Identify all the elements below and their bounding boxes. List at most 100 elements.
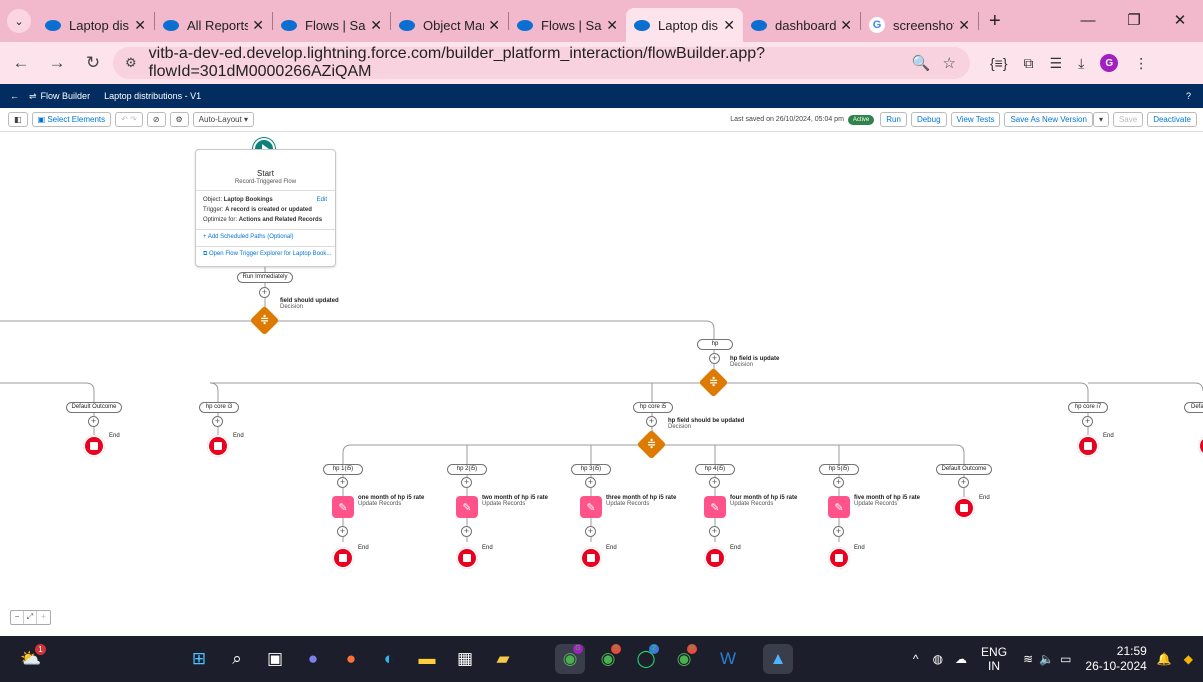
add-element-plus[interactable]: + xyxy=(212,416,223,427)
close-icon[interactable]: ✕ xyxy=(134,17,146,34)
close-icon[interactable]: ✕ xyxy=(488,17,500,34)
outcome-label-hp-core-i5[interactable]: hp core i5 xyxy=(633,402,673,413)
meet-icon[interactable]: ● xyxy=(298,644,328,674)
end-node[interactable] xyxy=(332,547,354,569)
zoom-out-button[interactable]: − xyxy=(11,611,24,624)
add-element-plus[interactable]: + xyxy=(337,526,348,537)
help-icon[interactable]: ? xyxy=(1186,91,1191,101)
flow-canvas[interactable]: Start Record-Triggered Flow Object: Lapt… xyxy=(0,132,1203,636)
outcome-label[interactable]: hp 3(i5) xyxy=(571,464,611,475)
browser-tab[interactable]: Flows | Sale✕ xyxy=(509,8,626,42)
close-window-icon[interactable]: ✕ xyxy=(1157,0,1203,42)
outcome-label-default-partial[interactable]: Defau xyxy=(1184,402,1203,413)
browser-tab[interactable]: Object Mar ✕ xyxy=(391,8,508,42)
weather-icon[interactable]: ⛅ 1 xyxy=(16,644,46,674)
debug-button[interactable]: Debug xyxy=(910,112,947,127)
run-immediately-label[interactable]: Run Immediately xyxy=(237,272,293,283)
close-icon[interactable]: ✕ xyxy=(723,17,735,34)
cloud-sync-icon[interactable]: ☁ xyxy=(955,652,967,666)
add-element-plus[interactable]: + xyxy=(833,526,844,537)
outcome-label-hp-core-i3[interactable]: hp core i3 xyxy=(199,402,239,413)
edge-icon[interactable]: ◐ xyxy=(374,644,404,674)
site-info-icon[interactable]: ⚙ xyxy=(125,55,137,71)
end-node[interactable] xyxy=(456,547,478,569)
save-button[interactable]: Save xyxy=(1112,112,1144,127)
reading-list-icon[interactable]: ☰ xyxy=(1050,55,1063,72)
end-node[interactable] xyxy=(580,547,602,569)
add-element-plus[interactable]: + xyxy=(958,477,969,488)
windows-start-icon[interactable]: ⊞ xyxy=(184,644,214,674)
restore-icon[interactable]: ❐ xyxy=(1111,0,1157,42)
deactivate-button[interactable]: Deactivate xyxy=(1147,112,1197,127)
start-node[interactable]: Start Record-Triggered Flow Object: Lapt… xyxy=(195,149,336,267)
toggle-panel-button[interactable]: ◧ xyxy=(8,112,28,127)
fit-view-button[interactable]: ⤢ xyxy=(24,611,37,624)
close-icon[interactable]: ✕ xyxy=(840,17,852,34)
undo-button[interactable]: ↶ ↷ xyxy=(115,112,143,127)
outcome-label[interactable]: hp 4(i5) xyxy=(695,464,735,475)
outcome-label-hp[interactable]: hp xyxy=(697,339,733,350)
end-node[interactable] xyxy=(207,435,229,457)
chrome-icon[interactable]: ◉ R xyxy=(669,644,699,674)
settings-gear-button[interactable]: ⚙ xyxy=(169,112,189,127)
word-icon[interactable]: W xyxy=(713,644,743,674)
edit-start-link[interactable]: Edit xyxy=(317,197,327,203)
add-element-plus[interactable]: + xyxy=(461,526,472,537)
outcome-label-hp-core-i7[interactable]: hp core i7 xyxy=(1068,402,1108,413)
close-icon[interactable]: ✕ xyxy=(606,17,618,34)
browser-tab-active[interactable]: Laptop dis ✕ xyxy=(626,8,743,42)
extension-icon[interactable]: {≡} xyxy=(990,55,1008,71)
whatsapp-icon[interactable]: ◯ 2 xyxy=(631,644,661,674)
sticky-notes-icon[interactable]: ▰ xyxy=(488,644,518,674)
update-records-node[interactable]: ✎ xyxy=(704,496,726,518)
clock[interactable]: 21:59 26-10-2024 xyxy=(1085,644,1146,674)
browser-tab[interactable]: Flows | Sale✕ xyxy=(273,8,390,42)
tab-search-button[interactable]: ⌄ xyxy=(7,9,31,33)
add-element-plus[interactable]: + xyxy=(259,287,270,298)
end-node[interactable] xyxy=(83,435,105,457)
wifi-icon[interactable]: ≋ xyxy=(1023,652,1033,666)
task-view-icon[interactable]: ▣ xyxy=(260,644,290,674)
chevron-up-icon[interactable]: ^ xyxy=(913,652,919,666)
add-element-plus[interactable]: + xyxy=(709,526,720,537)
file-explorer-icon[interactable]: ▬ xyxy=(412,644,442,674)
outcome-label[interactable]: hp 2(i5) xyxy=(447,464,487,475)
back-icon[interactable]: ← xyxy=(10,91,19,101)
clear-button[interactable]: ⊘ xyxy=(146,112,166,127)
zoom-in-button[interactable]: + xyxy=(37,611,50,624)
copilot-icon[interactable]: ◆ xyxy=(1184,652,1193,666)
end-node[interactable] xyxy=(953,497,975,519)
photos-icon[interactable]: ▲ xyxy=(763,644,793,674)
select-elements-button[interactable]: ▣ Select Elements xyxy=(31,112,112,127)
extensions-puzzle-icon[interactable]: ⧉ xyxy=(1024,55,1034,72)
close-icon[interactable]: ✕ xyxy=(252,17,264,34)
view-tests-button[interactable]: View Tests xyxy=(950,112,1001,127)
new-tab-button[interactable]: + xyxy=(989,10,1001,33)
search-icon[interactable]: ⌕ xyxy=(222,644,252,674)
battery-icon[interactable]: ▭ xyxy=(1060,652,1071,666)
run-button[interactable]: Run xyxy=(880,112,907,127)
update-records-node[interactable]: ✎ xyxy=(332,496,354,518)
bookmark-star-icon[interactable]: ☆ xyxy=(943,54,956,72)
add-element-plus[interactable]: + xyxy=(88,416,99,427)
open-trigger-explorer-link[interactable]: ⧉ Open Flow Trigger Explorer for Laptop … xyxy=(203,251,331,258)
back-arrow-icon[interactable]: ← xyxy=(6,53,36,73)
add-element-plus[interactable]: + xyxy=(833,477,844,488)
outcome-label[interactable]: hp 1(i5) xyxy=(323,464,363,475)
outcome-label-default[interactable]: Default Outcome xyxy=(936,464,992,475)
tray-app-icon[interactable]: ◍ xyxy=(933,652,943,666)
add-element-plus[interactable]: + xyxy=(646,416,657,427)
browser-tab[interactable]: Laptop dis ✕ xyxy=(37,8,154,42)
end-node[interactable] xyxy=(1077,435,1099,457)
add-element-plus[interactable]: + xyxy=(585,526,596,537)
end-node[interactable] xyxy=(828,547,850,569)
forward-arrow-icon[interactable]: → xyxy=(42,53,72,73)
add-element-plus[interactable]: + xyxy=(709,353,720,364)
profile-avatar[interactable]: G xyxy=(1100,54,1119,72)
add-scheduled-paths-link[interactable]: + Add Scheduled Paths (Optional) xyxy=(203,234,294,240)
reload-icon[interactable]: ↻ xyxy=(78,53,108,73)
notification-bell-icon[interactable]: 🔔 xyxy=(1157,652,1172,666)
end-node[interactable] xyxy=(704,547,726,569)
volume-icon[interactable]: 🔈 xyxy=(1039,652,1054,666)
language-indicator[interactable]: ENG IN xyxy=(981,645,1007,673)
